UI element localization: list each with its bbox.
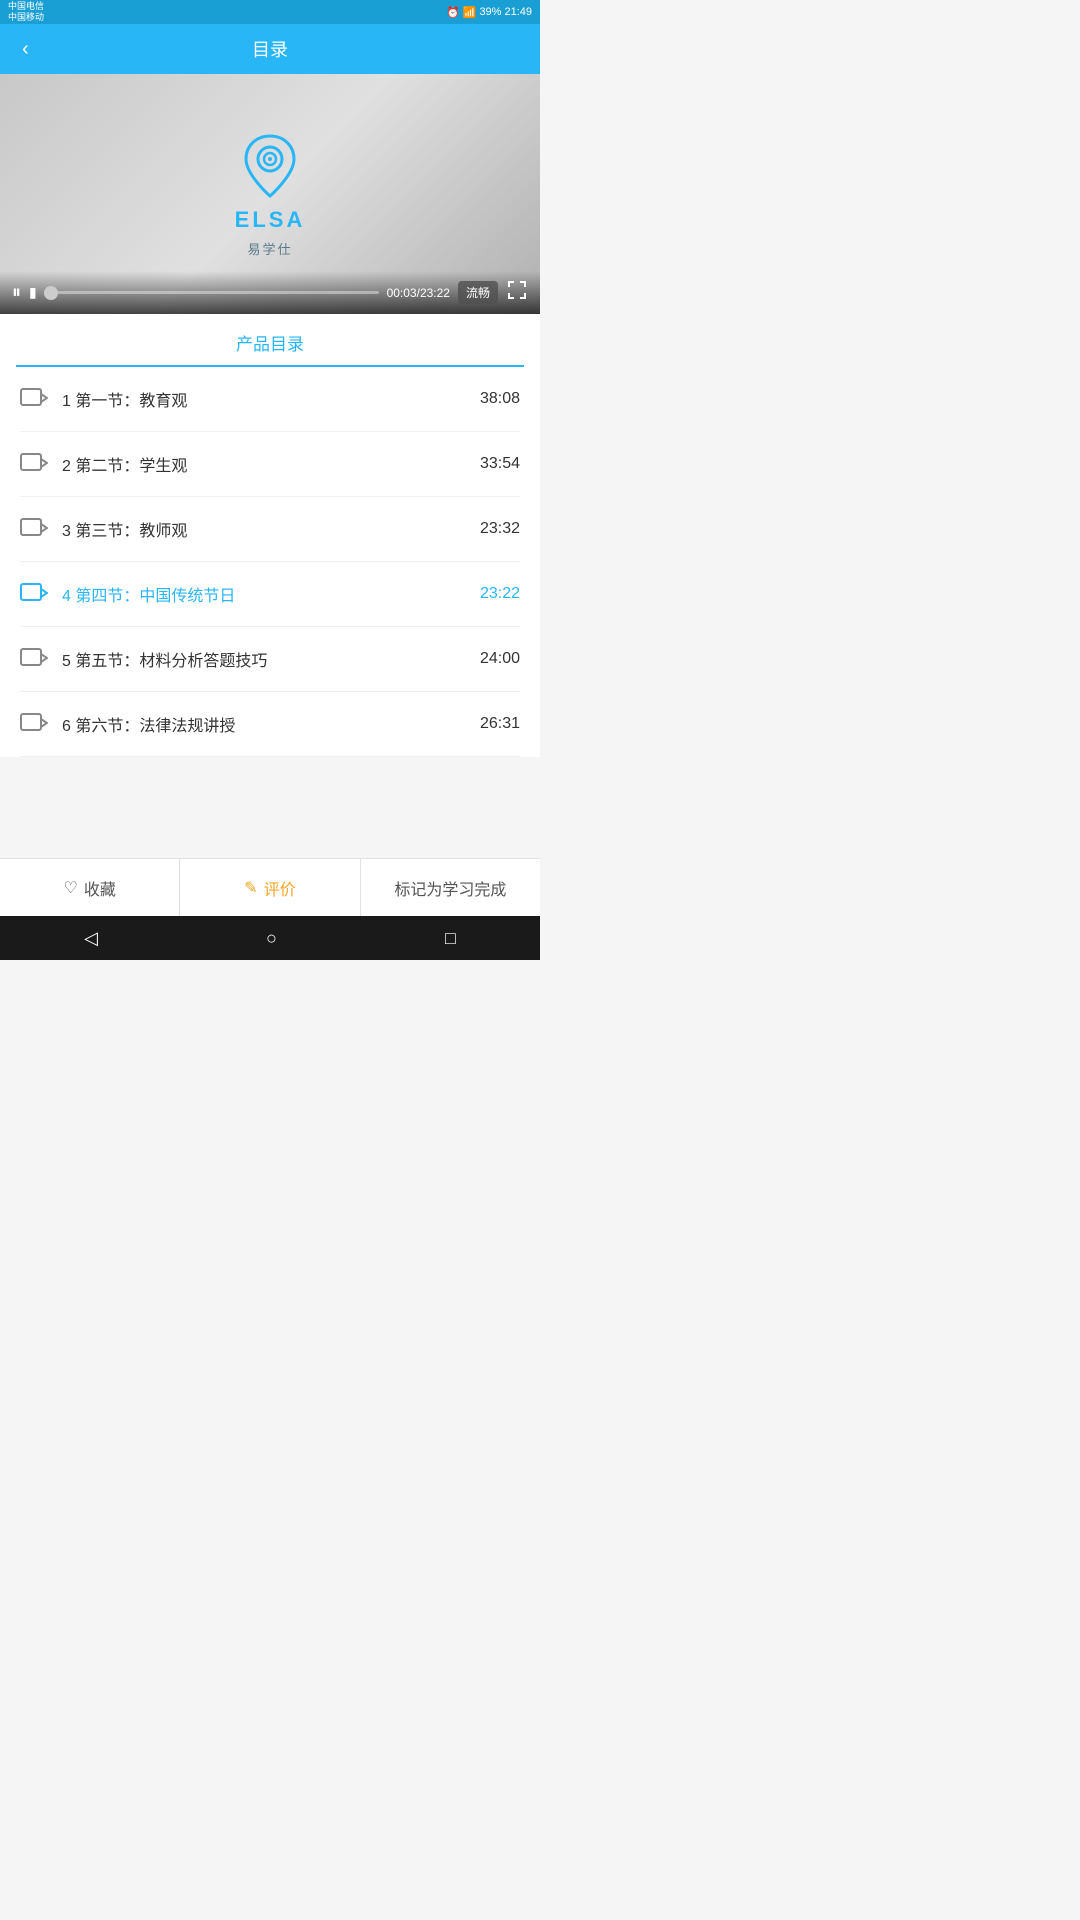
stop-button[interactable]: ▮ [29, 284, 37, 301]
wifi-icon: 📶 [463, 6, 477, 19]
elsa-cn-text: 易学仕 [247, 239, 292, 258]
time-display: 21:49 [504, 6, 532, 18]
status-bar: 中国电信 中国移动 ⏰ 📶 39% 21:49 [0, 0, 540, 24]
carrier-info: 中国电信 中国移动 [8, 1, 44, 23]
video-player[interactable]: ELSA 易学仕 ⏸ ▮ 00:03/23:22 流畅 [0, 74, 540, 314]
time-display: 00:03/23:22 [387, 286, 450, 300]
lesson-duration: 23:22 [480, 585, 520, 603]
lesson-duration: 33:54 [480, 455, 520, 473]
bottom-bar: ♡ 收藏 ✎ 评价 标记为学习完成 [0, 858, 540, 916]
lesson-list: 1 第一节：教育观 38:08 2 第二节：学生观 33:54 3 第三节：教师… [0, 367, 540, 757]
video-icon [20, 648, 48, 670]
video-icon [20, 518, 48, 540]
lesson-title: 1 第一节：教育观 [62, 387, 470, 411]
progress-bar[interactable] [45, 291, 379, 294]
clock-icon: ⏰ [446, 6, 460, 19]
lesson-item[interactable]: 2 第二节：学生观 33:54 [20, 432, 520, 497]
back-button[interactable]: ‹ [14, 30, 37, 69]
lesson-duration: 38:08 [480, 390, 520, 408]
lesson-duration: 24:00 [480, 650, 520, 668]
home-nav-button[interactable]: ○ [246, 920, 297, 957]
content-area: 产品目录 1 第一节：教育观 38:08 2 第二节：学生观 33:54 3 第… [0, 314, 540, 757]
elsa-text: ELSA [235, 207, 306, 233]
video-icon [20, 453, 48, 475]
heart-icon: ♡ [63, 878, 77, 898]
catalog-title: 产品目录 [236, 335, 304, 354]
video-icon [20, 388, 48, 410]
lesson-title: 6 第六节：法律法规讲授 [62, 712, 470, 736]
page-title: 目录 [252, 36, 288, 62]
mark-label: 标记为学习完成 [394, 876, 506, 900]
nav-bar: ◁ ○ □ [0, 916, 540, 960]
lesson-item[interactable]: 5 第五节：材料分析答题技巧 24:00 [20, 627, 520, 692]
lesson-duration: 23:32 [480, 520, 520, 538]
lesson-item[interactable]: 3 第三节：教师观 23:32 [20, 497, 520, 562]
status-right: ⏰ 📶 39% 21:49 [446, 6, 532, 19]
video-icon [20, 583, 48, 605]
lesson-duration: 26:31 [480, 715, 520, 733]
lesson-item[interactable]: 4 第四节：中国传统节日 23:22 [20, 562, 520, 627]
favorite-label: 收藏 [84, 876, 116, 900]
lesson-item[interactable]: 1 第一节：教育观 38:08 [20, 367, 520, 432]
fullscreen-button[interactable] [506, 279, 528, 306]
lesson-title: 3 第三节：教师观 [62, 517, 470, 541]
recents-nav-button[interactable]: □ [425, 920, 476, 957]
favorite-button[interactable]: ♡ 收藏 [0, 859, 180, 916]
quality-button[interactable]: 流畅 [458, 281, 498, 304]
lesson-title: 4 第四节：中国传统节日 [62, 582, 470, 606]
review-label: 评价 [264, 876, 296, 900]
lesson-item[interactable]: 6 第六节：法律法规讲授 26:31 [20, 692, 520, 757]
top-bar: ‹ 目录 [0, 24, 540, 74]
mark-complete-button[interactable]: 标记为学习完成 [361, 859, 540, 916]
lesson-title: 5 第五节：材料分析答题技巧 [62, 647, 470, 671]
video-icon [20, 713, 48, 735]
review-button[interactable]: ✎ 评价 [180, 859, 360, 916]
battery-text: 39% [479, 6, 501, 18]
catalog-title-row: 产品目录 [16, 314, 524, 367]
back-nav-button[interactable]: ◁ [64, 920, 118, 957]
play-pause-button[interactable]: ⏸ [12, 282, 21, 303]
review-icon: ✎ [244, 878, 257, 898]
lesson-title: 2 第二节：学生观 [62, 452, 470, 476]
video-logo: ELSA 易学仕 [235, 131, 306, 258]
elsa-logo-icon [240, 131, 300, 201]
video-controls: ⏸ ▮ 00:03/23:22 流畅 [0, 271, 540, 314]
progress-thumb [44, 286, 58, 300]
